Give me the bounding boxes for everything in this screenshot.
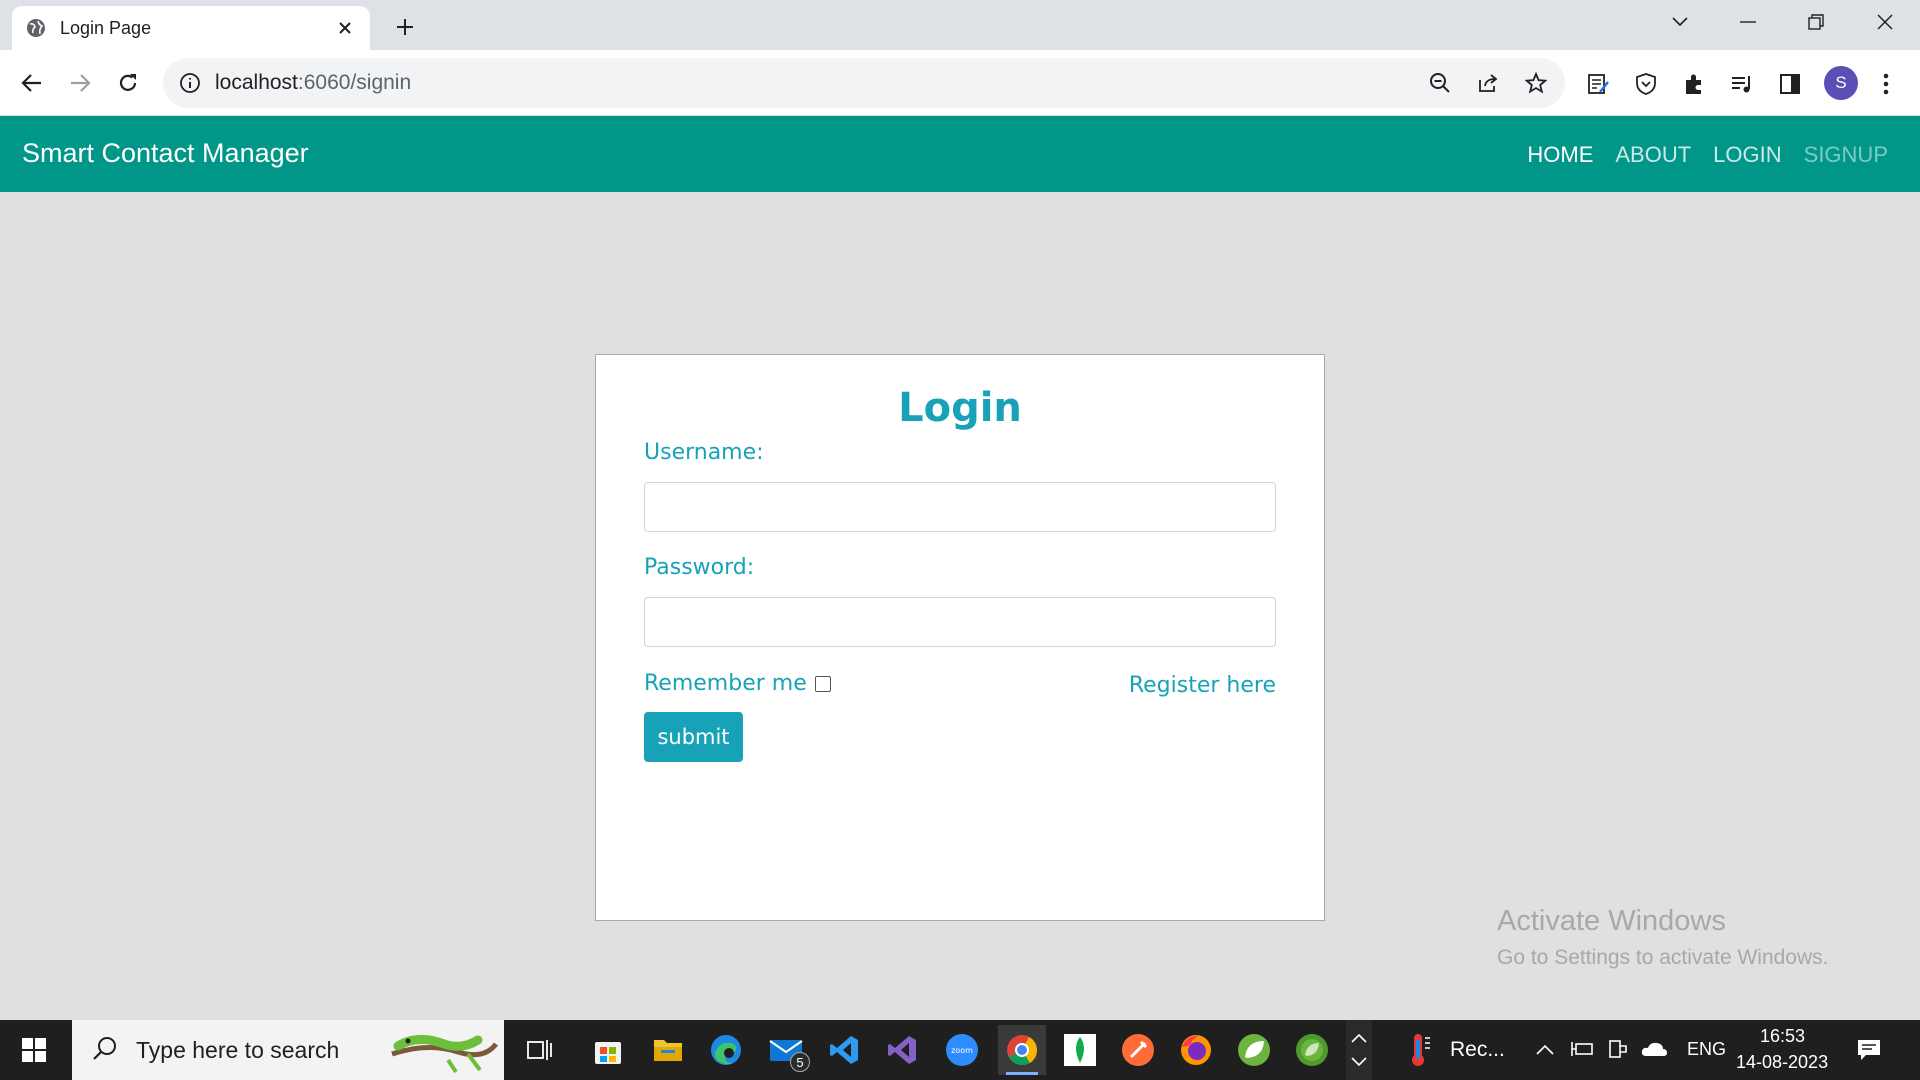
zoom-app-icon[interactable]: zoom — [942, 1030, 982, 1070]
site-info-icon[interactable] — [179, 72, 201, 94]
firefox-icon[interactable] — [1176, 1030, 1216, 1070]
new-tab-icon[interactable] — [390, 12, 420, 42]
chrome-active-indicator — [1006, 1072, 1038, 1075]
puzzle-extensions-icon[interactable] — [1680, 70, 1708, 98]
nav-link-home[interactable]: HOME — [1527, 142, 1593, 168]
forward-icon[interactable] — [60, 63, 100, 103]
task-view-icon[interactable] — [520, 1030, 560, 1070]
svg-text:zoom: zoom — [951, 1046, 973, 1055]
profile-avatar[interactable]: S — [1824, 66, 1858, 100]
password-input[interactable] — [644, 597, 1276, 647]
search-placeholder: Type here to search — [136, 1036, 340, 1063]
show-hidden-icons[interactable] — [1536, 1042, 1554, 1060]
browser-toolbar: localhost:6060/signin S — [0, 50, 1920, 116]
share-icon[interactable] — [1475, 70, 1501, 96]
watermark-subtitle: Go to Settings to activate Windows. — [1497, 946, 1829, 969]
address-bar[interactable]: localhost:6060/signin — [163, 58, 1565, 108]
close-window-icon[interactable] — [1855, 0, 1915, 44]
navbar-links: HOME ABOUT LOGIN SIGNUP — [1527, 142, 1888, 168]
minimize-icon[interactable] — [1718, 0, 1778, 44]
tray-divider — [1346, 1020, 1372, 1080]
remember-me-group: Remember me — [644, 671, 831, 696]
recorder-app-icon[interactable] — [1398, 1030, 1438, 1070]
nav-link-about[interactable]: ABOUT — [1615, 142, 1691, 168]
browser-tabstrip: Login Page — [0, 0, 1920, 50]
notifications-icon[interactable] — [1856, 1038, 1882, 1067]
mongodb-compass-icon[interactable] — [1060, 1030, 1100, 1070]
spring-boot-icon[interactable] — [1292, 1030, 1332, 1070]
more-menu-icon[interactable] — [1872, 70, 1900, 98]
login-card: Login Username: Password: Remember me Re… — [595, 354, 1325, 921]
remember-me-label: Remember me — [644, 671, 807, 696]
tab-close-icon[interactable] — [334, 17, 356, 39]
nav-link-signup[interactable]: SIGNUP — [1804, 142, 1888, 168]
clock-time[interactable]: 16:53 — [1760, 1026, 1805, 1047]
file-explorer-icon[interactable] — [648, 1030, 688, 1070]
url-path: :6060/signin — [297, 71, 412, 94]
url-host: localhost — [215, 71, 298, 94]
visual-studio-icon[interactable] — [882, 1030, 922, 1070]
mail-badge: 5 — [790, 1052, 810, 1072]
nav-link-login[interactable]: LOGIN — [1713, 142, 1781, 168]
spring-tool-suite-icon[interactable] — [1234, 1030, 1274, 1070]
register-link[interactable]: Register here — [1129, 673, 1276, 698]
activate-windows-watermark: Activate Windows Go to Settings to activ… — [1497, 905, 1829, 970]
password-label: Password: — [644, 555, 755, 580]
reload-icon[interactable] — [108, 63, 148, 103]
restore-icon[interactable] — [1786, 0, 1846, 44]
edge-browser-icon[interactable] — [706, 1030, 746, 1070]
app-navbar: Smart Contact Manager HOME ABOUT LOGIN S… — [0, 116, 1920, 192]
chrome-icon[interactable] — [998, 1025, 1046, 1075]
username-label: Username: — [644, 440, 764, 465]
media-queue-icon[interactable] — [1728, 70, 1756, 98]
submit-button[interactable]: submit — [644, 712, 743, 762]
windows-taskbar: Type here to search 5 zoom Rec... ENG 16… — [0, 1020, 1920, 1080]
search-icon — [92, 1035, 118, 1066]
login-title: Login — [898, 385, 1022, 431]
onedrive-cloud-icon[interactable] — [1640, 1040, 1668, 1063]
bookmark-star-icon[interactable] — [1523, 70, 1549, 96]
zoom-icon[interactable] — [1427, 70, 1453, 96]
clock-date[interactable]: 14-08-2023 — [1736, 1052, 1828, 1073]
language-indicator[interactable]: ENG — [1687, 1039, 1726, 1060]
watermark-title: Activate Windows — [1497, 905, 1726, 937]
tab-search-chevron-icon[interactable] — [1650, 0, 1710, 44]
back-icon[interactable] — [12, 63, 52, 103]
shield-extension-icon[interactable] — [1632, 70, 1660, 98]
navbar-brand[interactable]: Smart Contact Manager — [22, 138, 309, 169]
username-input[interactable] — [644, 482, 1276, 532]
extension-notes-icon[interactable] — [1584, 70, 1612, 98]
taskbar-search-box[interactable]: Type here to search — [72, 1020, 504, 1080]
gecko-search-highlight-icon — [388, 1024, 500, 1080]
url-text[interactable]: localhost:6060/signin — [215, 71, 411, 95]
vscode-icon[interactable] — [824, 1030, 864, 1070]
browser-tab[interactable]: Login Page — [12, 6, 370, 50]
globe-icon — [26, 18, 46, 38]
running-app-label[interactable]: Rec... — [1450, 1038, 1505, 1062]
microsoft-store-icon[interactable] — [588, 1030, 628, 1070]
battery-icon[interactable] — [1570, 1040, 1594, 1063]
postman-icon[interactable] — [1118, 1030, 1158, 1070]
tab-title: Login Page — [60, 17, 152, 38]
windows-start-icon[interactable] — [14, 1034, 54, 1066]
side-panel-icon[interactable] — [1776, 70, 1804, 98]
mail-icon[interactable]: 5 — [766, 1030, 810, 1072]
remember-me-checkbox[interactable] — [814, 675, 831, 692]
network-icon[interactable] — [1608, 1038, 1628, 1065]
